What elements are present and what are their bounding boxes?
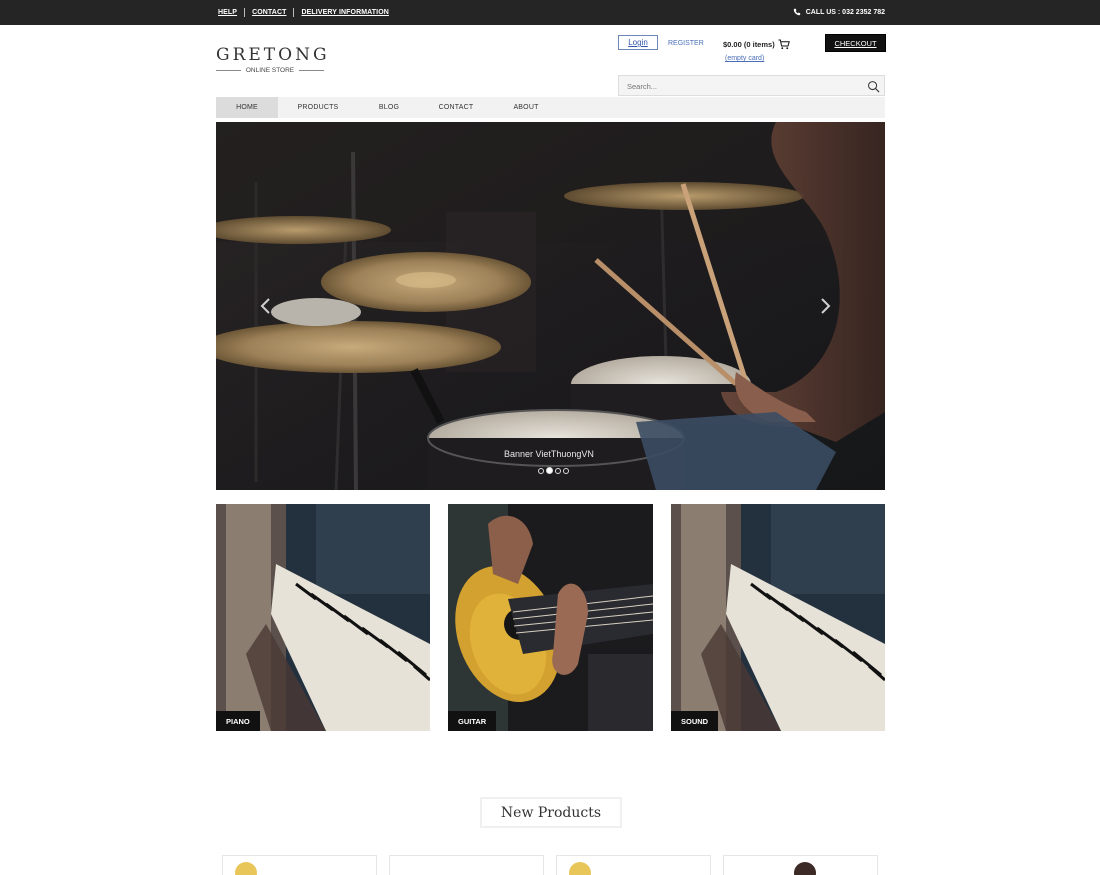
- product-thumbnail: [794, 862, 816, 875]
- slider-dot[interactable]: [546, 467, 553, 474]
- search-icon[interactable]: [867, 80, 880, 93]
- slider-dot[interactable]: [555, 467, 561, 474]
- category-label: PIANO: [216, 711, 260, 731]
- cart-total: $0.00 (0 items): [723, 40, 775, 49]
- logo[interactable]: GRETONG ONLINE STORE: [216, 45, 330, 74]
- slider-dot[interactable]: [563, 467, 569, 474]
- top-bar: HELP CONTACT DELIVERY INFORMATION CALL U…: [0, 0, 1100, 25]
- category-label: SOUND: [671, 711, 719, 731]
- nav-blog[interactable]: BLOG: [358, 97, 420, 118]
- slider-dots: [538, 467, 569, 474]
- nav-products[interactable]: PRODUCTS: [278, 97, 358, 118]
- divider: [293, 8, 295, 17]
- call-us: CALL US : 032 2352 782: [793, 8, 885, 16]
- register-link[interactable]: REGISTER: [668, 40, 704, 47]
- hero-slider[interactable]: Banner VietThuongVN: [216, 122, 885, 490]
- cart-summary[interactable]: $0.00 (0 items): [723, 39, 790, 50]
- main-nav: HOME PRODUCTS BLOG CONTACT ABOUT: [216, 97, 885, 118]
- phone-icon: [793, 8, 800, 16]
- section-title-new-products: New Products: [480, 797, 622, 828]
- chevron-right-icon[interactable]: [819, 297, 833, 315]
- delivery-information-link[interactable]: DELIVERY INFORMATION: [301, 9, 388, 16]
- chevron-left-icon[interactable]: [258, 297, 272, 315]
- sound-image: [671, 504, 885, 731]
- product-card[interactable]: [222, 855, 377, 875]
- hero-image-drums: [216, 122, 885, 490]
- help-link[interactable]: HELP: [218, 9, 237, 16]
- search-bar: [618, 75, 885, 96]
- product-card[interactable]: [556, 855, 711, 875]
- empty-card-link[interactable]: (empty card): [725, 55, 764, 62]
- product-card[interactable]: [389, 855, 544, 875]
- piano-image: [216, 504, 430, 731]
- call-us-text: CALL US : 032 2352 782: [805, 8, 885, 16]
- divider: [244, 8, 246, 17]
- category-tile-guitar[interactable]: GUITAR: [448, 504, 653, 731]
- category-label: GUITAR: [448, 711, 497, 731]
- logo-title: GRETONG: [216, 45, 330, 65]
- nav-about[interactable]: ABOUT: [492, 97, 560, 118]
- logo-subtitle: ONLINE STORE: [216, 67, 324, 74]
- hero-caption: Banner VietThuongVN: [504, 449, 594, 459]
- guitar-image: [448, 504, 653, 731]
- category-tile-sound[interactable]: SOUND: [671, 504, 885, 731]
- product-thumbnail: [569, 862, 591, 875]
- top-links: HELP CONTACT DELIVERY INFORMATION: [218, 8, 389, 17]
- nav-home[interactable]: HOME: [216, 97, 278, 118]
- checkout-button[interactable]: CHECKOUT: [825, 34, 886, 52]
- search-input[interactable]: [627, 79, 857, 93]
- product-thumbnail: [235, 862, 257, 875]
- contact-link[interactable]: CONTACT: [252, 9, 286, 16]
- product-card[interactable]: [723, 855, 878, 875]
- cart-icon: [778, 39, 790, 50]
- nav-contact[interactable]: CONTACT: [420, 97, 492, 118]
- login-button[interactable]: Login: [618, 35, 658, 50]
- slider-dot[interactable]: [538, 467, 544, 474]
- category-tile-piano[interactable]: PIANO: [216, 504, 430, 731]
